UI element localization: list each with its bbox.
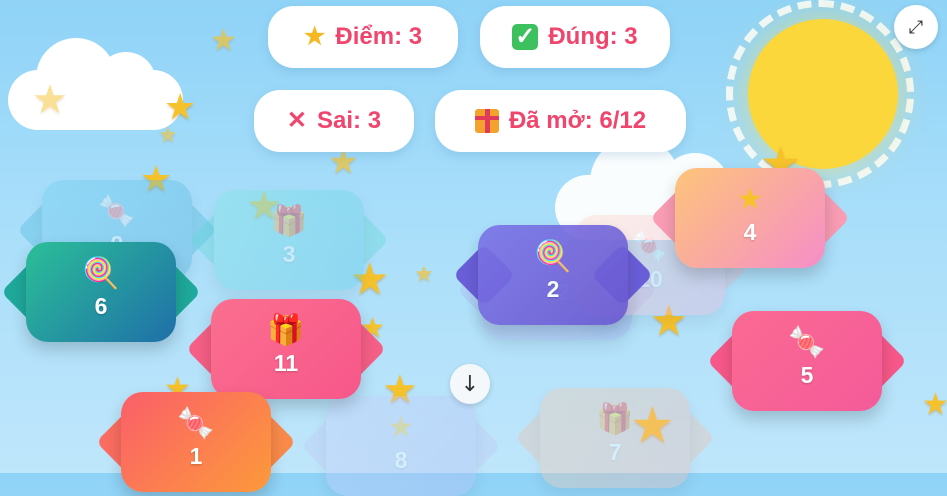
gift-box-7[interactable]: 🎁 7 [514,388,716,488]
box-number: 6 [94,292,108,319]
box-number: 3 [282,240,296,267]
candy-icon: 🍬 [631,228,669,264]
arrow-down-icon: ↓ [460,371,480,397]
gift-icon [474,109,499,133]
gift-box-4[interactable]: ★ 4 [649,168,851,268]
star-icon: ★ [158,123,178,148]
star-icon: ★ [303,23,326,50]
lollipop-icon: 🍭 [82,255,120,291]
gift-box-8[interactable]: ★ 8 [300,396,502,496]
gift-box-3[interactable]: 🎁 3 [188,190,390,290]
box-number: 2 [546,275,560,302]
opened-display: Đã mở: 6/12 [435,90,686,152]
score-display: ★ Điểm: 3 [268,6,458,68]
candy-icon: 🍬 [177,405,215,441]
box-number: 5 [800,361,814,388]
game-scene: ★ ★ ★ ★ ★ ★ ★ ★ ★ ★ ★ ★ ★ ★ ★ ★ ★ Điểm: … [0,0,947,496]
lollipop-icon: 🍭 [534,238,572,274]
gift-icon: 🎁 [270,203,308,239]
gift-box-1[interactable]: 🍬 1 [95,392,297,492]
x-icon: ✕ [286,107,308,134]
box-number: 4 [743,218,757,245]
check-icon: ✓ [512,24,539,50]
box-number: 8 [394,446,408,473]
star-icon: ★ [164,87,197,128]
star-icon: ★ [32,77,68,123]
star-icon: ★ [387,409,415,445]
candy-icon: 🍬 [788,324,826,360]
box-number: 7 [608,438,622,465]
fullscreen-icon: ⤢ [908,16,924,38]
opened-label: Đã mở: 6/12 [508,107,647,134]
wrong-label: Sai: 3 [317,107,382,134]
correct-label: Đúng: 3 [548,23,638,50]
star-icon: ★ [414,262,434,287]
wrong-display: ✕ Sai: 3 [254,90,414,152]
box-number: 1 [189,442,203,469]
correct-display: ✓ Đúng: 3 [480,6,670,68]
gift-box-6[interactable]: 🍭 6 [0,242,202,342]
gift-box-2[interactable]: 🍭 2 [452,225,654,325]
gift-box-11[interactable]: 🎁 11 [185,299,387,399]
gift-box-5[interactable]: 🍬 5 [706,311,908,411]
star-icon: ★ [922,387,947,422]
star-icon: ★ [736,181,764,217]
star-icon: ★ [210,23,237,58]
fullscreen-button[interactable]: ⤢ [894,5,938,49]
scroll-down-button[interactable]: ↓ [450,364,490,404]
gift-icon: 🎁 [596,401,634,437]
candy-icon: 🍬 [98,193,136,229]
box-number: 11 [273,349,299,376]
gift-icon: 🎁 [267,312,305,348]
score-label: Điểm: 3 [335,23,423,50]
